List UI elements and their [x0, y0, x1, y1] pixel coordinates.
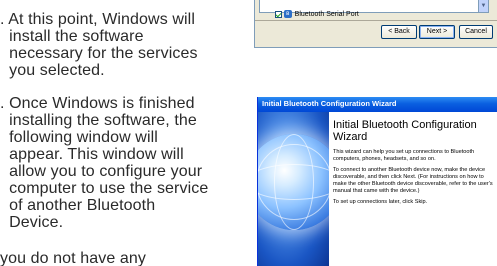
service-list-item[interactable]: ʙ Bluetooth Serial Port: [263, 1, 359, 28]
wizard-content: Initial Bluetooth Configuration Wizard T…: [333, 112, 497, 266]
wizard-skip-text: To set up connections later, click Skip.: [333, 199, 428, 205]
instruction-step-configure: . Once Windows is finished installing th…: [0, 95, 209, 231]
wizard-heading: Initial Bluetooth Configuration Wizard: [333, 119, 477, 143]
dialog-separator: [255, 20, 497, 21]
instruction-step-install: . At this point, Windows will install th…: [0, 11, 198, 79]
bluetooth-wizard-window: Initial Bluetooth Configuration Wizard I…: [257, 97, 497, 266]
service-checkbox[interactable]: [274, 10, 282, 18]
service-label: Bluetooth Serial Port: [294, 11, 359, 18]
wizard-titlebar[interactable]: Initial Bluetooth Configuration Wizard: [258, 97, 497, 112]
wizard-window-title: Initial Bluetooth Configuration Wizard: [262, 99, 397, 108]
instruction-step-partial: you do not have any: [0, 250, 147, 266]
wizard-connect-text: To connect to another Bluetooth device n…: [333, 167, 493, 194]
bluetooth-icon: ʙ: [283, 10, 292, 19]
wizard-intro-text: This wizard can help you set up connecti…: [333, 149, 475, 162]
globe-illustration-icon: [258, 134, 329, 230]
scroll-down-arrow-icon[interactable]: ▼: [478, 0, 488, 12]
cancel-button[interactable]: Cancel: [459, 25, 493, 39]
next-button[interactable]: Next >: [419, 25, 455, 39]
wizard-banner: [258, 112, 329, 266]
back-button[interactable]: < Back: [381, 25, 417, 39]
services-dialog-fragment: ʙ Bluetooth Serial Port ▼ < Back Next > C…: [254, 0, 497, 48]
services-list: ʙ Bluetooth Serial Port ▼: [259, 0, 489, 19]
